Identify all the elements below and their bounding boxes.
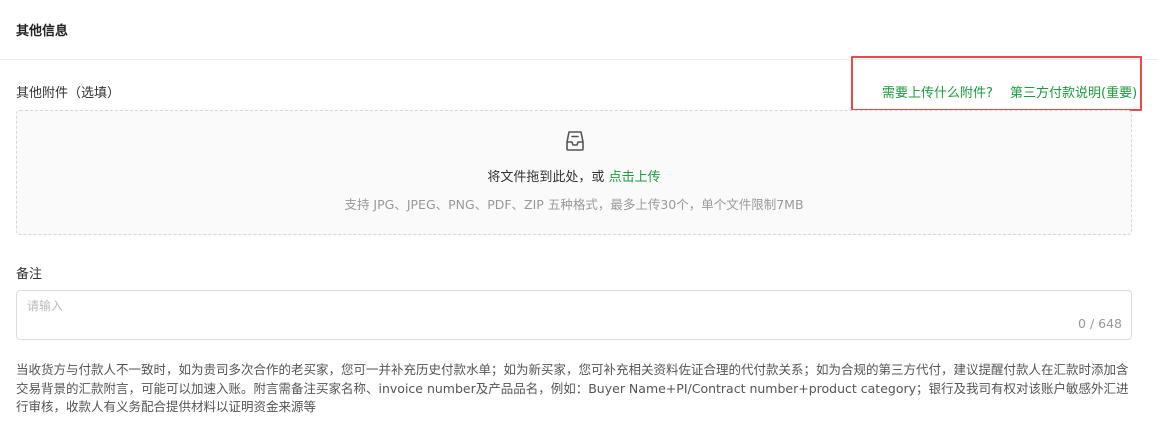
attachments-label: 其他附件（选填） xyxy=(16,86,121,101)
third-party-payment-link[interactable]: 第三方付款说明(重要) xyxy=(1010,82,1137,101)
payment-note: 当收货方与付款人不一致时，如为贵司多次合作的老买家，您可一并补充历史付款水单；如… xyxy=(16,362,1129,414)
inbox-icon xyxy=(566,131,584,151)
remark-textarea[interactable] xyxy=(17,291,1131,339)
upload-dropzone[interactable]: 将文件拖到此处，或 点击上传 支持 JPG、JPEG、PNG、PDF、ZIP 五… xyxy=(16,110,1132,235)
click-upload-link[interactable]: 点击上传 xyxy=(609,170,661,185)
char-counter: 0 / 648 xyxy=(1078,316,1122,331)
remark-field-container: 0 / 648 xyxy=(16,290,1132,340)
section-title: 其他信息 xyxy=(16,24,69,39)
upload-text-prefix: 将文件拖到此处，或 xyxy=(487,170,609,185)
remark-label: 备注 xyxy=(16,267,43,282)
upload-text: 将文件拖到此处，或 点击上传 xyxy=(17,166,1131,185)
upload-hint: 支持 JPG、JPEG、PNG、PDF、ZIP 五种格式，最多上传30个，单个文… xyxy=(344,197,804,212)
what-attachments-link[interactable]: 需要上传什么附件? xyxy=(882,82,993,101)
